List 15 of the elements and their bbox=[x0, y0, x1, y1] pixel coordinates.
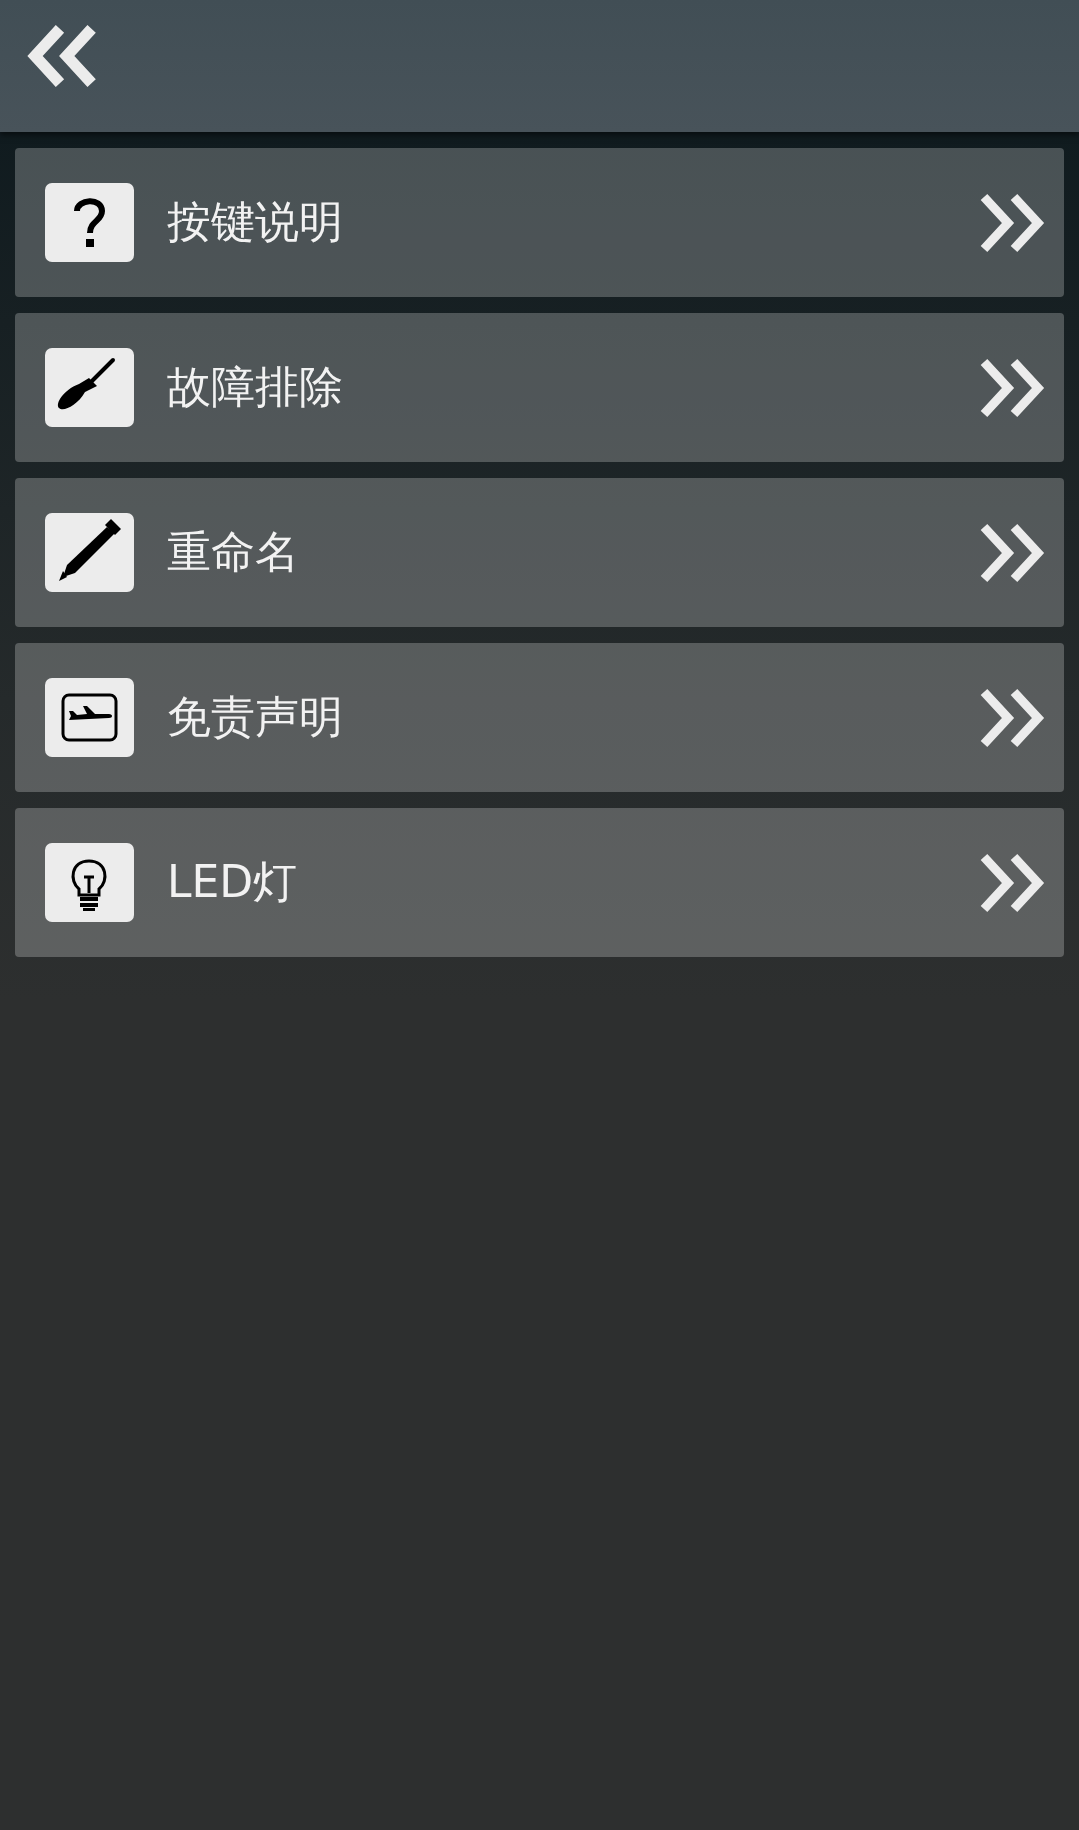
light-bulb-icon bbox=[45, 843, 134, 922]
menu-item[interactable]: 重命名 bbox=[15, 478, 1064, 627]
menu-label: 重命名 bbox=[167, 525, 300, 579]
menu-label: LED灯 bbox=[167, 855, 299, 909]
pen-icon bbox=[45, 513, 134, 592]
menu-label: 按键说明 bbox=[167, 195, 344, 249]
airplane-icon bbox=[45, 678, 134, 757]
menu-label: 故障排除 bbox=[167, 360, 344, 414]
menu-item[interactable]: 故障排除 bbox=[15, 313, 1064, 462]
screwdriver-icon bbox=[45, 348, 134, 427]
menu-item[interactable]: 免责声明 bbox=[15, 643, 1064, 792]
menu-label: 免责声明 bbox=[167, 690, 344, 744]
menu-item[interactable]: 按键说明 bbox=[15, 148, 1064, 297]
help-icon bbox=[45, 183, 134, 262]
menu-item[interactable]: LED灯 bbox=[15, 808, 1064, 957]
